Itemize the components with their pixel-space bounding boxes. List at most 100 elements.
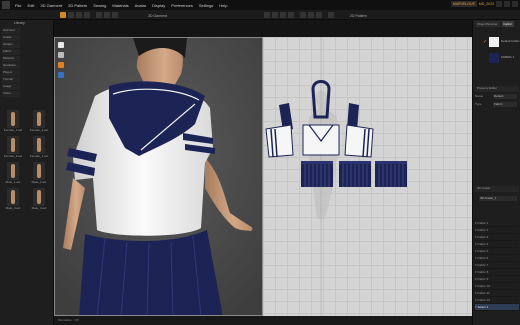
- avatar-name-row[interactable]: 3D Avatar_1: [475, 196, 519, 202]
- menu-preferences[interactable]: Preferences: [168, 3, 196, 8]
- tree-item[interactable]: Material: [2, 56, 20, 62]
- list-item[interactable]: ▾ Fabric 10: [475, 283, 519, 290]
- list-item[interactable]: ▾ Fabric 6: [475, 255, 519, 262]
- avatar-thumbnail[interactable]: Female_4.avt: [27, 136, 51, 160]
- tree-item[interactable]: Hardware: [2, 63, 20, 69]
- rectangle-tool-icon[interactable]: [280, 12, 286, 18]
- avatar-thumbnail[interactable]: Female_3.avt: [1, 136, 25, 160]
- select-tool-icon[interactable]: [60, 12, 66, 18]
- field-value[interactable]: Fabric: [493, 102, 517, 107]
- avatar-thumb-image: [33, 188, 45, 206]
- circle-tool-icon[interactable]: [288, 12, 294, 18]
- 2d-pattern-viewport[interactable]: [263, 37, 472, 316]
- tack-tool-icon[interactable]: [112, 12, 118, 18]
- tab-fabric[interactable]: Fabric: [501, 21, 514, 27]
- avatar-thumbnail[interactable]: Female_2.avt: [27, 110, 51, 134]
- list-item[interactable]: ▾ Fabric 12: [475, 297, 519, 304]
- pattern-layout: [265, 37, 407, 316]
- texture-tool-icon[interactable]: [328, 12, 334, 18]
- list-item[interactable]: ▾ Fabric 9: [475, 276, 519, 283]
- list-item[interactable]: ▾ Fabric 3: [475, 234, 519, 241]
- menu-help[interactable]: Help: [216, 3, 230, 8]
- tree-item[interactable]: Garment: [2, 28, 20, 34]
- pattern-sleeve[interactable]: [265, 124, 294, 158]
- avatar-label: Female_4.avt: [29, 154, 49, 158]
- user-name[interactable]: MD_2023: [479, 2, 494, 6]
- avatar-thumb-image: [33, 162, 45, 180]
- library-tree: Garment Avatar Hanger Fabric Material Ha…: [2, 28, 20, 98]
- menu-2d-pattern[interactable]: 2D Pattern: [65, 3, 90, 8]
- menu-file[interactable]: File: [12, 3, 24, 8]
- avatar-thumbnail[interactable]: Male_4.avt: [27, 188, 51, 212]
- fabric-item[interactable]: FABRIC 1: [475, 52, 519, 66]
- avatar-thumbnail[interactable]: Male_3.avt: [1, 188, 25, 212]
- fabric-name: FABRIC 1: [501, 55, 515, 59]
- right-panel-tabs: Object Browser Fabric: [475, 21, 514, 27]
- list-item[interactable]: ▾ Fabric 7: [475, 262, 519, 269]
- avatar-thumb-image: [7, 162, 19, 180]
- tree-item[interactable]: Avatar: [2, 35, 20, 41]
- 3d-garment-viewport[interactable]: [54, 37, 263, 316]
- check-icon: ✓: [483, 39, 488, 45]
- menu-sewing[interactable]: Sewing: [90, 3, 109, 8]
- tree-item[interactable]: Tutorial: [2, 77, 20, 83]
- object-list-header: 3D Avatar: [475, 186, 519, 192]
- field-value[interactable]: Default: [493, 94, 517, 99]
- menu-edit[interactable]: Edit: [24, 3, 37, 8]
- fabric-render-icon[interactable]: [58, 62, 64, 68]
- avatar-thumbnail[interactable]: Female_1.avt: [1, 110, 25, 134]
- avatar-thumbnail[interactable]: Male_1.avt: [1, 162, 25, 186]
- tree-item[interactable]: Fabric: [2, 49, 20, 55]
- chevron-down-icon: ▾: [475, 305, 477, 309]
- fabric-item[interactable]: ✓ Default Fabric: [475, 36, 520, 50]
- menu-display[interactable]: Display: [149, 3, 168, 8]
- tab-object-browser[interactable]: Object Browser: [475, 21, 500, 27]
- field-label: Name: [475, 94, 484, 98]
- tree-item[interactable]: Hanger: [2, 42, 20, 48]
- tree-item[interactable]: Image: [2, 84, 20, 90]
- seam-tool-icon[interactable]: [300, 12, 306, 18]
- menu-materials[interactable]: Materials: [109, 3, 131, 8]
- maximize-icon[interactable]: [504, 1, 510, 7]
- status-bar: Simulation : Off: [54, 316, 472, 325]
- avatar-label: Female_1.avt: [3, 128, 23, 132]
- chevron-down-icon: ▾: [475, 284, 477, 288]
- list-item[interactable]: ▾ Fabric 4: [475, 241, 519, 248]
- chevron-down-icon: ▾: [475, 298, 477, 302]
- 3d-view-toolbar: [58, 42, 66, 82]
- menu-3d-garment[interactable]: 3D Garment: [37, 3, 65, 8]
- avatar-display-icon[interactable]: [58, 42, 64, 48]
- fabric-name: Default Fabric: [501, 39, 520, 43]
- segment-sewing-icon[interactable]: [308, 12, 314, 18]
- fabric-swatch: [489, 53, 499, 63]
- free-sewing-icon[interactable]: [316, 12, 322, 18]
- tree-item[interactable]: Plug-in: [2, 70, 20, 76]
- object-browser-panel: Object Browser Fabric ✓ Default Fabric F…: [472, 20, 520, 325]
- simulate-tool-icon[interactable]: [96, 12, 102, 18]
- texture-view-icon[interactable]: [58, 72, 64, 78]
- list-item[interactable]: ▾ Fabric 11: [475, 290, 519, 297]
- fold-tool-icon[interactable]: [76, 12, 82, 18]
- list-item-selected[interactable]: ▾ Select 1: [475, 304, 519, 311]
- tool-bar: [0, 10, 520, 20]
- field-label: Type: [475, 102, 482, 106]
- avatar-thumbnail[interactable]: Male_2.avt: [27, 162, 51, 186]
- list-item[interactable]: ▾ Fabric 2: [475, 227, 519, 234]
- brush-tool-icon[interactable]: [104, 12, 110, 18]
- move-tool-icon[interactable]: [68, 12, 74, 18]
- pin-tool-icon[interactable]: [84, 12, 90, 18]
- menu-avatar[interactable]: Avatar: [132, 3, 150, 8]
- list-item[interactable]: ▾ Fabric 1: [475, 220, 519, 227]
- pattern-skirt-panels[interactable]: [301, 161, 407, 187]
- close-icon[interactable]: [512, 1, 518, 7]
- pattern-select-icon[interactable]: [264, 12, 270, 18]
- minimize-icon[interactable]: [496, 1, 502, 7]
- list-item[interactable]: ▾ Fabric 8: [475, 269, 519, 276]
- tree-item[interactable]: Video: [2, 91, 20, 97]
- list-item[interactable]: ▾ Fabric 5: [475, 248, 519, 255]
- garment-display-icon[interactable]: [58, 52, 64, 58]
- avatar-label: Male_4.avt: [31, 206, 47, 210]
- avatar-name[interactable]: 3D Avatar_1: [479, 196, 517, 201]
- menu-settings[interactable]: Settings: [196, 3, 216, 8]
- polygon-tool-icon[interactable]: [272, 12, 278, 18]
